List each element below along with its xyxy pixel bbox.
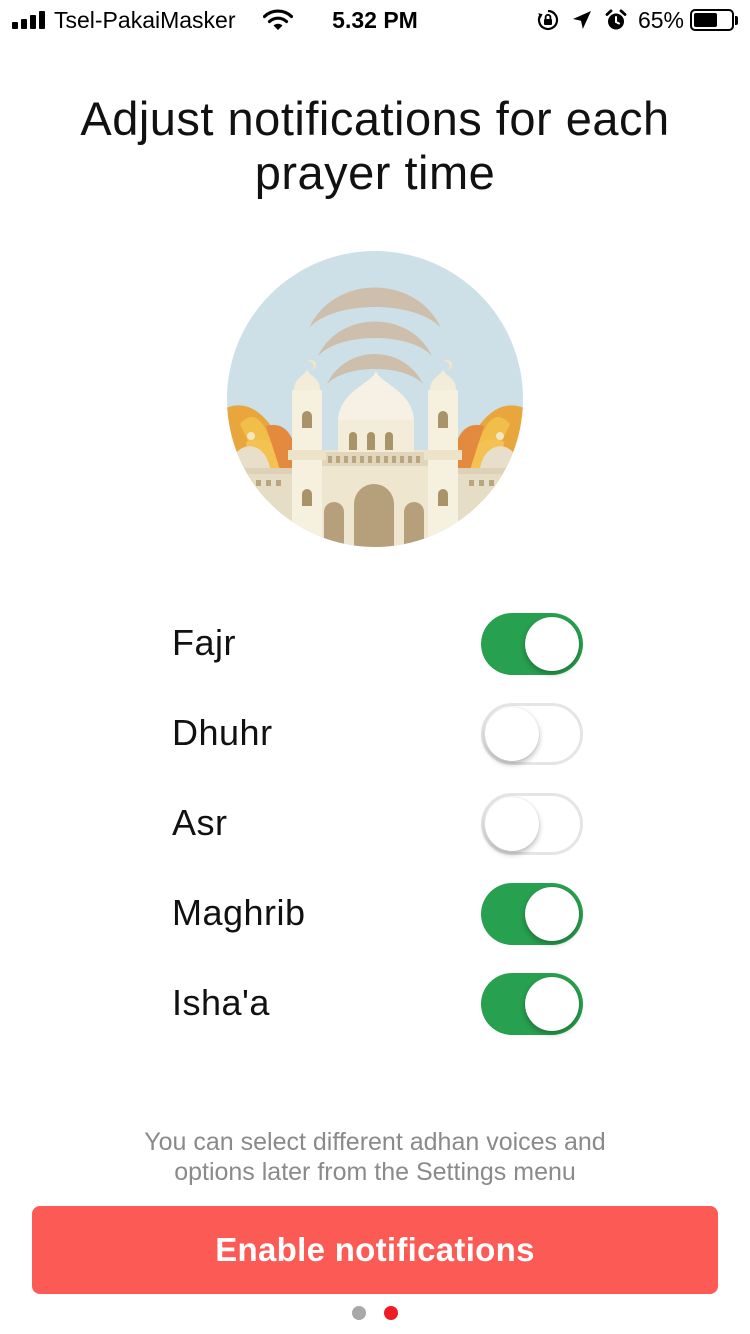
page-title-line-2: prayer time xyxy=(254,146,496,199)
location-arrow-icon xyxy=(572,11,591,29)
prayer-row-asr: Asr xyxy=(172,780,586,870)
enable-notifications-button[interactable]: Enable notifications xyxy=(32,1206,718,1294)
prayer-row-maghrib: Maghrib xyxy=(172,870,586,960)
maghrib-toggle[interactable] xyxy=(481,883,583,945)
prayer-row-dhuhr: Dhuhr xyxy=(172,690,586,780)
toggle-knob xyxy=(525,617,579,671)
dhuhr-toggle[interactable] xyxy=(481,703,583,765)
settings-hint-line-2: options later from the Settings menu xyxy=(174,1158,576,1186)
prayer-label-ishaa: Isha'a xyxy=(172,982,270,1023)
page-title: Adjust notifications for each prayer tim… xyxy=(20,92,730,200)
mosque-illustration xyxy=(227,251,523,547)
toggle-knob xyxy=(525,887,579,941)
toggle-knob xyxy=(485,707,539,761)
prayer-label-fajr: Fajr xyxy=(172,622,236,663)
status-bar: Tsel-PakaiMasker 5.32 PM 65% xyxy=(0,0,750,40)
orientation-lock-icon xyxy=(537,9,559,31)
toggle-knob xyxy=(525,977,579,1031)
page-dot xyxy=(352,1306,366,1320)
ishaa-toggle[interactable] xyxy=(481,973,583,1035)
settings-hint-line-1: You can select different adhan voices an… xyxy=(144,1128,606,1156)
battery-percentage: 65% xyxy=(637,7,684,33)
asr-toggle[interactable] xyxy=(481,793,583,855)
settings-hint-text: You can select different adhan voices an… xyxy=(40,1127,710,1187)
fajr-toggle[interactable] xyxy=(481,613,583,675)
battery-icon xyxy=(690,9,734,31)
prayer-row-ishaa: Isha'a xyxy=(172,960,586,1050)
toggle-knob xyxy=(485,797,539,851)
page-title-line-1: Adjust notifications for each xyxy=(80,92,670,145)
prayer-list: Fajr Dhuhr Asr Maghrib Isha'a xyxy=(172,600,586,1050)
alarm-icon xyxy=(605,9,627,30)
prayer-label-asr: Asr xyxy=(172,802,228,843)
prayer-label-dhuhr: Dhuhr xyxy=(172,712,273,753)
battery-cap xyxy=(735,15,738,25)
page-dot-active xyxy=(384,1306,398,1320)
prayer-row-fajr: Fajr xyxy=(172,600,586,690)
status-right-group: 65% xyxy=(536,6,738,34)
page-indicator xyxy=(0,1306,750,1320)
prayer-label-maghrib: Maghrib xyxy=(172,892,306,933)
